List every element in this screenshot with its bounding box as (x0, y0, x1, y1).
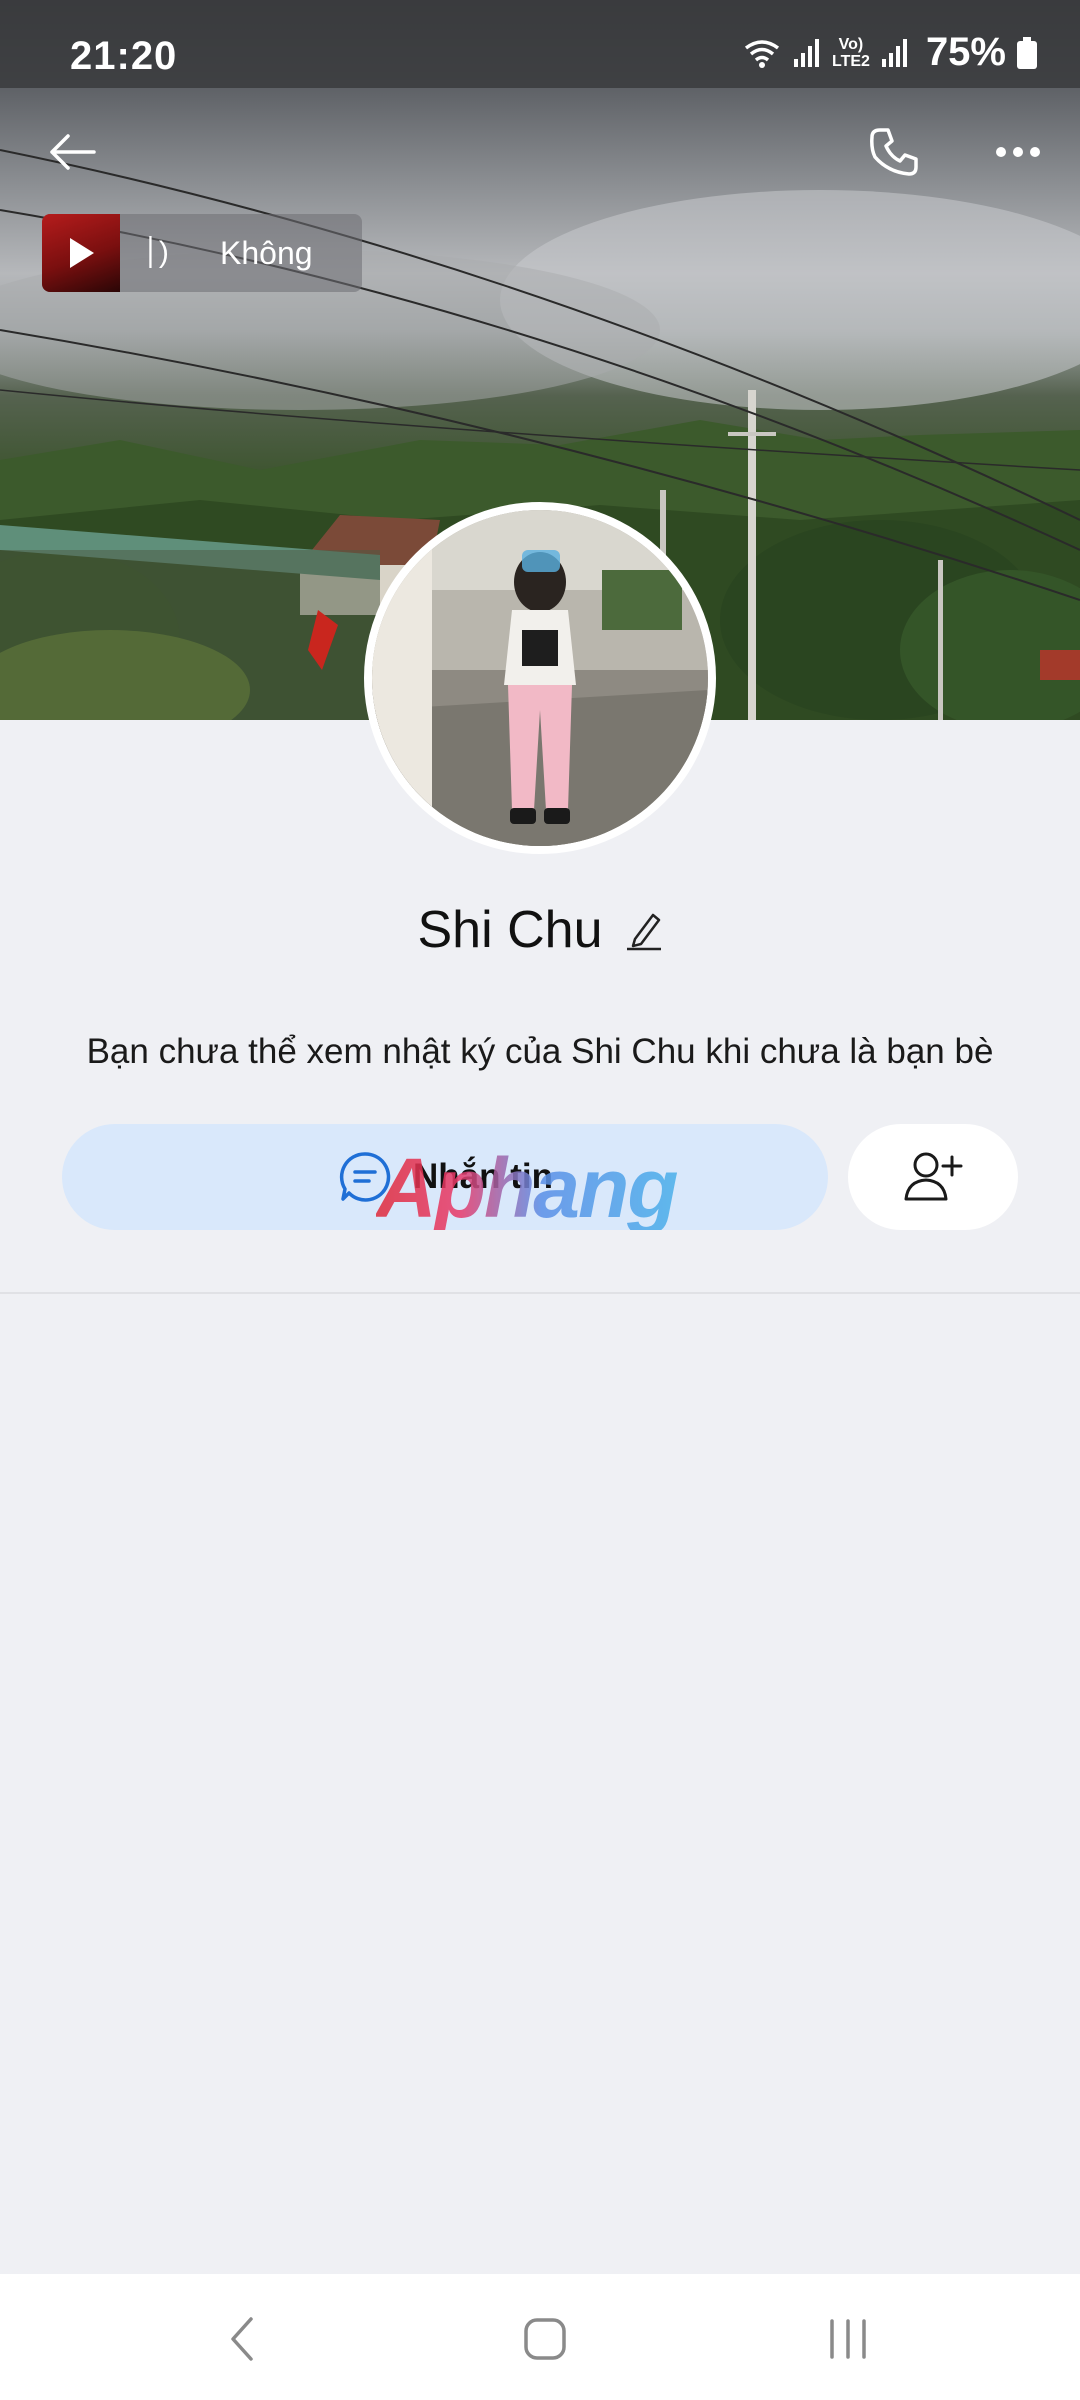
music-thumbnail[interactable] (42, 214, 120, 292)
music-title: Không (220, 234, 313, 271)
music-playing-indicator: ׀) (142, 236, 169, 269)
profile-name: Shi Chu (417, 901, 603, 959)
call-button[interactable] (852, 110, 936, 194)
system-back-button[interactable] (192, 2294, 292, 2384)
status-time: 21:20 (70, 34, 178, 78)
status-bar: 21:20 Vo) LTE2 75% (0, 0, 1080, 88)
add-friend-button[interactable] (848, 1124, 1018, 1230)
play-icon (70, 238, 94, 268)
phone-icon (870, 128, 918, 176)
avatar-photo (372, 510, 708, 846)
back-button[interactable] (30, 110, 114, 194)
section-divider (0, 1292, 1080, 1294)
profile-music-chip[interactable]: ׀) Không (42, 214, 362, 292)
battery-percent: 75% (925, 30, 1006, 74)
more-options-button[interactable] (976, 110, 1060, 194)
profile-name-row: Shi Chu (0, 900, 1080, 960)
system-nav-bar (0, 2274, 1080, 2400)
more-horizontal-icon (996, 147, 1040, 157)
avatar[interactable] (364, 502, 716, 854)
home-square-icon (524, 2318, 566, 2360)
chevron-left-icon (231, 2317, 253, 2361)
arrow-left-icon (50, 134, 96, 170)
user-plus-icon (904, 1152, 963, 1201)
privacy-note: Bạn chưa thể xem nhật ký của Shi Chu khi… (86, 1032, 994, 1071)
pencil-icon[interactable] (625, 909, 663, 951)
system-recents-button[interactable] (798, 2294, 898, 2384)
battery-icon (1017, 36, 1037, 69)
recents-icon (830, 2319, 866, 2359)
signal-2-icon (881, 38, 907, 67)
lte-label: LTE2 (832, 52, 870, 70)
status-icons: Vo) LTE2 75% (742, 30, 1038, 75)
volte-indicator: Vo) LTE2 (832, 36, 870, 70)
volte-label: Vo) (838, 35, 864, 53)
system-home-button[interactable] (495, 2294, 595, 2384)
signal-1-icon (794, 38, 819, 67)
wifi-icon (744, 39, 780, 68)
chat-bubble-icon (339, 1152, 391, 1202)
message-button-label: Nhắn tin (413, 1157, 553, 1196)
message-button[interactable]: Nhắn tin (62, 1124, 828, 1230)
